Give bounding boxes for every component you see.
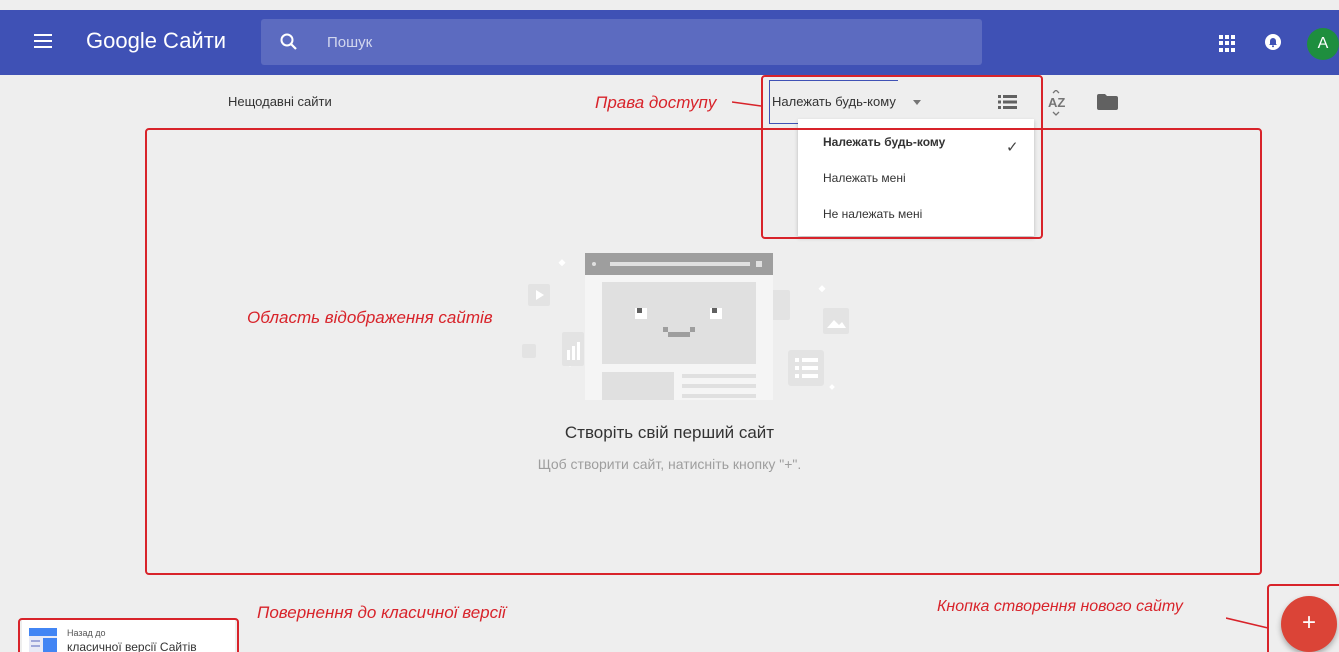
hamburger-menu-icon[interactable]: [34, 34, 52, 48]
owner-filter-value[interactable]: Належать будь-кому: [769, 80, 898, 124]
menu-item-anyone[interactable]: Належать будь-кому ✓: [798, 124, 1034, 160]
notifications-icon[interactable]: [1264, 33, 1282, 51]
annotation-arrow-line: [1226, 617, 1269, 629]
classic-link-label: класичної версії Сайтів: [67, 640, 197, 652]
menu-item-label: Належать мені: [823, 171, 906, 185]
back-to-classic-link[interactable]: Назад до класичної версії Сайтів: [22, 620, 235, 652]
annotation-new-site-label: Кнопка створення нового сайту: [937, 598, 1183, 615]
owner-filter-menu: Належать будь-кому ✓ Належать мені Не на…: [798, 119, 1034, 236]
app-title[interactable]: Google Сайти: [86, 28, 226, 54]
classic-sites-icon: [29, 628, 57, 652]
empty-state-subtitle: Щоб створити сайт, натисніть кнопку "+".: [537, 456, 802, 472]
empty-state-illustration: [522, 253, 849, 400]
recent-sites-label: Нещодавні сайти: [228, 94, 332, 109]
classic-link-caption: Назад до: [67, 628, 106, 638]
empty-state-title: Створіть свій перший сайт: [564, 423, 775, 442]
dropdown-caret-icon[interactable]: [913, 100, 921, 105]
search-input[interactable]: [327, 31, 927, 53]
sort-az-icon[interactable]: AZ: [1048, 90, 1068, 116]
svg-text:AZ: AZ: [1048, 95, 1065, 110]
app-header: Google Сайти A: [0, 10, 1339, 75]
create-site-button[interactable]: +: [1281, 596, 1337, 652]
account-avatar[interactable]: A: [1307, 28, 1339, 60]
search-icon[interactable]: [279, 32, 299, 52]
annotation-classic-label: Повернення до класичної версії: [257, 603, 506, 622]
google-apps-icon[interactable]: [1219, 35, 1236, 52]
folder-icon[interactable]: [1097, 94, 1118, 110]
menu-item-owned-by-me[interactable]: Належать мені: [798, 160, 1034, 196]
annotation-access-label: Права доступу: [595, 93, 717, 112]
owner-filter-select[interactable]: Належать будь-кому: [769, 80, 898, 124]
list-view-icon[interactable]: [998, 95, 1017, 109]
annotation-display-area-label: Область відображення сайтів: [247, 308, 493, 327]
annotation-arrow-line: [732, 101, 762, 107]
search-bar[interactable]: [261, 19, 982, 65]
menu-item-not-owned-by-me[interactable]: Не належать мені: [798, 196, 1034, 232]
menu-item-label: Належать будь-кому: [823, 135, 946, 149]
menu-item-label: Не належать мені: [823, 207, 923, 221]
